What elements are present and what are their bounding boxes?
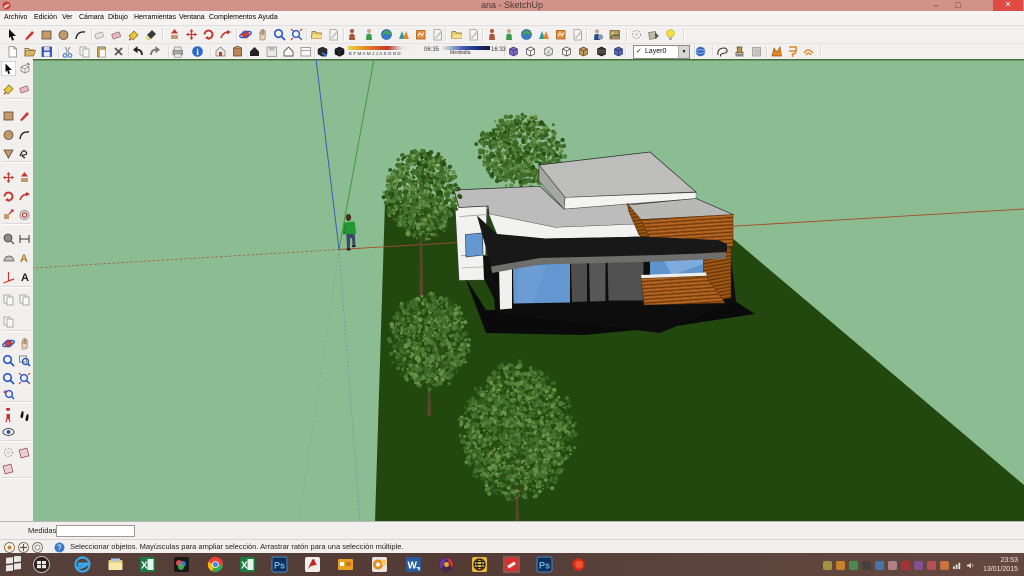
svg-text:Ps: Ps	[539, 561, 550, 571]
svg-text:A: A	[20, 253, 28, 265]
svg-text:X: X	[141, 561, 148, 572]
svg-text:i: i	[196, 48, 199, 58]
svg-text:W: W	[408, 561, 418, 572]
svg-text:A: A	[21, 272, 29, 284]
svg-text:?: ?	[57, 544, 62, 553]
svg-text:Ps: Ps	[274, 561, 285, 571]
svg-text:X: X	[241, 561, 248, 572]
